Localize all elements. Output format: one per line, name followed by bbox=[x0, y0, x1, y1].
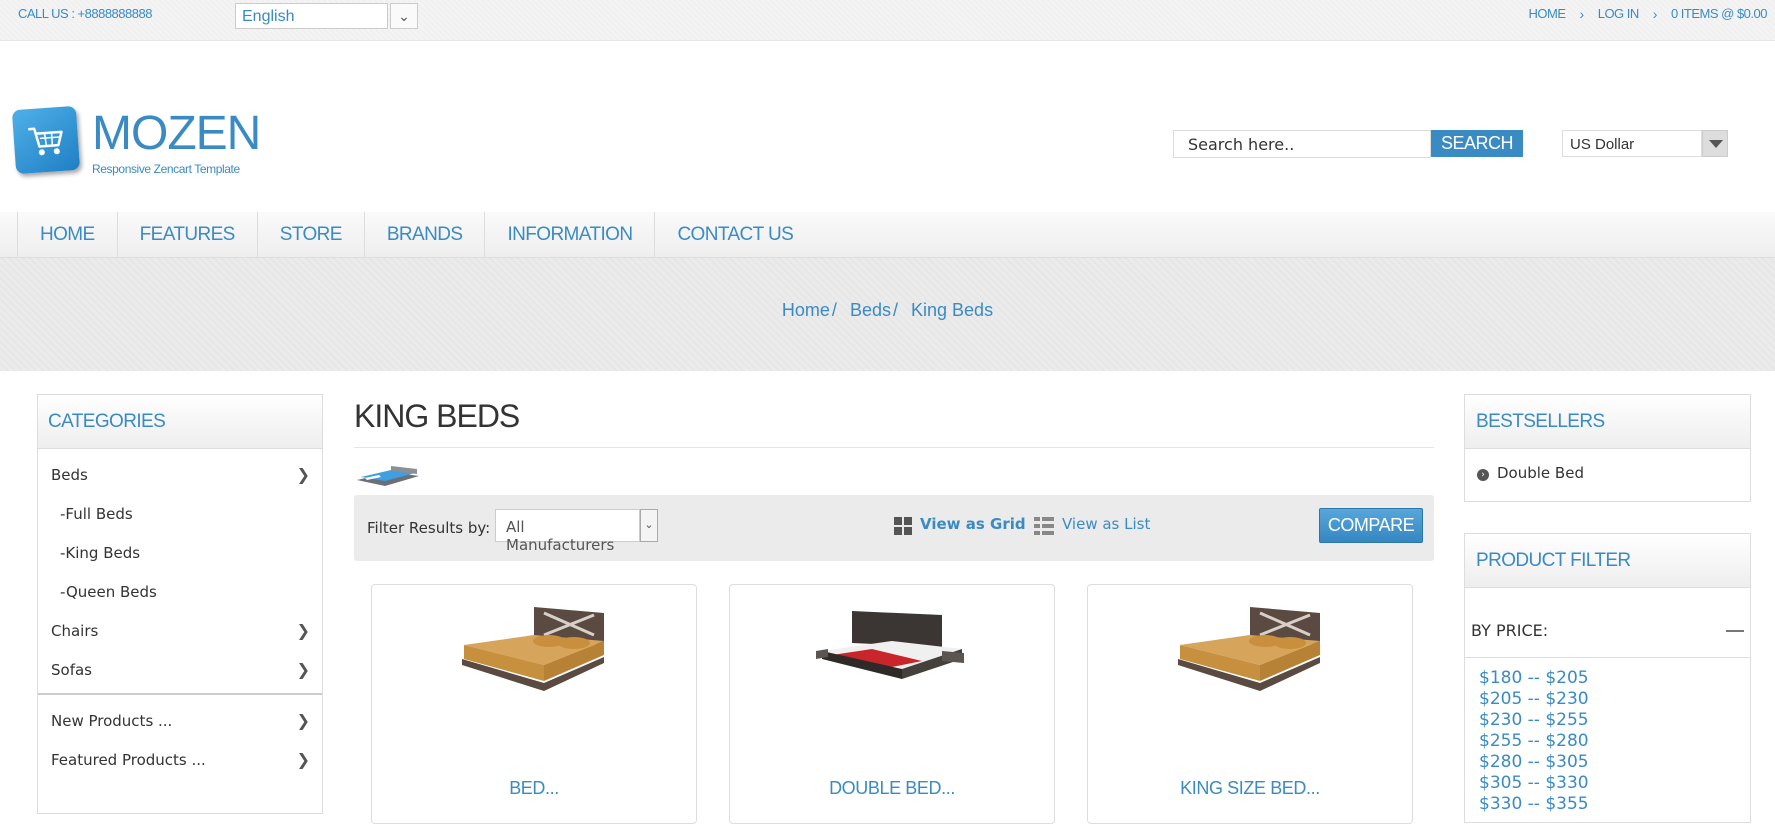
compare-button[interactable]: COMPARE bbox=[1319, 508, 1423, 543]
cart-logo-icon[interactable] bbox=[11, 105, 81, 175]
by-price-label: BY PRICE: bbox=[1471, 621, 1549, 640]
nav-item-contact-us[interactable]: CONTACT US bbox=[654, 212, 815, 258]
filter-bar: Filter Results by: All Manufacturers ⌄ V… bbox=[354, 495, 1434, 561]
price-range-link[interactable]: $255 -- $280 bbox=[1479, 731, 1736, 752]
chevron-right-icon: ❯ bbox=[296, 465, 310, 484]
nav-item-brands[interactable]: BRANDS bbox=[363, 212, 485, 258]
category-king-beds[interactable]: -King Beds bbox=[38, 533, 322, 572]
chevron-right-icon: ❯ bbox=[296, 621, 310, 640]
search-input[interactable]: Search here.. bbox=[1173, 130, 1431, 158]
manufacturer-select[interactable]: All Manufacturers bbox=[495, 509, 640, 554]
nav-item-store[interactable]: STORE bbox=[256, 212, 364, 258]
product-name[interactable]: DOUBLE BED... bbox=[730, 778, 1054, 799]
breadcrumb-band: Home / Beds / King Beds bbox=[0, 258, 1775, 371]
nav-item-information[interactable]: INFORMATION bbox=[484, 212, 654, 258]
featured-products-link[interactable]: Featured Products ... ❯ bbox=[38, 740, 322, 779]
call-us-text: CALL US : +8888888888 bbox=[18, 6, 152, 21]
product-image[interactable] bbox=[730, 605, 1054, 696]
price-range-link[interactable]: $205 -- $230 bbox=[1479, 689, 1736, 710]
sidebar-divider bbox=[38, 693, 322, 695]
chevron-right-icon: ❯ bbox=[296, 660, 310, 679]
category-bed-image bbox=[355, 460, 421, 495]
grid-icon[interactable] bbox=[894, 517, 912, 540]
view-as-list-link[interactable]: View as List bbox=[1062, 515, 1150, 533]
product-name[interactable]: KING SIZE BED... bbox=[1088, 778, 1412, 799]
chevron-circle-icon: › bbox=[1477, 469, 1489, 481]
bestsellers-title: BESTSELLERS bbox=[1465, 395, 1750, 449]
category-chairs[interactable]: Chairs ❯ bbox=[38, 611, 322, 650]
product-name[interactable]: BED... bbox=[372, 778, 696, 799]
brand-tagline: Responsive Zencart Template bbox=[92, 162, 240, 176]
bestsellers-box: BESTSELLERS › Double Bed bbox=[1464, 394, 1751, 502]
price-range-link[interactable]: $230 -- $255 bbox=[1479, 710, 1736, 731]
page-title: KING BEDS bbox=[354, 398, 520, 434]
product-card[interactable]: KING SIZE BED... bbox=[1087, 584, 1413, 824]
chevron-right-icon: › bbox=[1652, 6, 1658, 22]
top-link-login[interactable]: LOG IN bbox=[1598, 6, 1640, 22]
top-bar: CALL US : +8888888888 English ⌄ HOME › L… bbox=[0, 0, 1775, 41]
list-icon[interactable] bbox=[1034, 517, 1054, 540]
category-label: -King Beds bbox=[60, 544, 141, 562]
bestseller-label: Double Bed bbox=[1497, 464, 1584, 482]
bestseller-item[interactable]: › Double Bed bbox=[1465, 449, 1750, 497]
product-card[interactable]: DOUBLE BED... bbox=[729, 584, 1055, 824]
collapse-icon[interactable] bbox=[1726, 630, 1744, 632]
category-beds[interactable]: Beds ❯ bbox=[38, 455, 322, 494]
category-label: Sofas bbox=[51, 661, 92, 679]
price-range-link[interactable]: $305 -- $330 bbox=[1479, 773, 1736, 794]
category-label: -Queen Beds bbox=[60, 583, 157, 601]
category-sofas[interactable]: Sofas ❯ bbox=[38, 650, 322, 689]
breadcrumb: Home / Beds / King Beds bbox=[781, 300, 994, 320]
by-price-header[interactable]: BY PRICE: bbox=[1465, 588, 1750, 658]
category-label: Chairs bbox=[51, 622, 99, 640]
product-image[interactable] bbox=[1088, 605, 1412, 696]
price-range-link[interactable]: $330 -- $355 bbox=[1479, 794, 1736, 815]
language-select[interactable]: English bbox=[235, 3, 388, 29]
category-label: Beds bbox=[51, 466, 88, 484]
caret-down-icon[interactable] bbox=[1702, 130, 1728, 157]
category-label: -Full Beds bbox=[60, 505, 133, 523]
top-link-cart[interactable]: 0 ITEMS @ $0.00 bbox=[1671, 6, 1768, 22]
top-links: HOME › LOG IN › 0 ITEMS @ $0.00 bbox=[1529, 6, 1768, 22]
breadcrumb-home[interactable]: Home bbox=[782, 300, 830, 320]
brand-name[interactable]: MOZEN bbox=[92, 106, 261, 161]
title-divider bbox=[354, 447, 1434, 448]
category-queen-beds[interactable]: -Queen Beds bbox=[38, 572, 322, 611]
category-label: New Products ... bbox=[51, 712, 173, 730]
chevron-down-icon[interactable]: ⌄ bbox=[390, 3, 418, 29]
nav-item-features[interactable]: FEATURES bbox=[116, 212, 257, 258]
product-card[interactable]: BED... bbox=[371, 584, 697, 824]
price-range-link[interactable]: $280 -- $305 bbox=[1479, 752, 1736, 773]
chevron-right-icon: ❯ bbox=[296, 711, 310, 730]
view-as-grid-link[interactable]: View as Grid bbox=[920, 515, 1026, 533]
categories-title: CATEGORIES bbox=[38, 395, 322, 449]
categories-sidebar: CATEGORIES Beds ❯ -Full Beds -King Beds -… bbox=[37, 394, 323, 814]
product-image[interactable] bbox=[372, 605, 696, 696]
category-full-beds[interactable]: -Full Beds bbox=[38, 494, 322, 533]
top-link-home[interactable]: HOME bbox=[1529, 6, 1567, 22]
nav-item-home[interactable]: HOME bbox=[17, 212, 117, 258]
main-nav: HOME FEATURES STORE BRANDS INFORMATION C… bbox=[0, 212, 1775, 258]
breadcrumb-beds[interactable]: Beds bbox=[850, 300, 891, 320]
breadcrumb-king-beds[interactable]: King Beds bbox=[911, 300, 993, 320]
chevron-down-icon[interactable]: ⌄ bbox=[640, 509, 658, 542]
product-filter-box: PRODUCT FILTER BY PRICE: $180 -- $205 $2… bbox=[1464, 533, 1751, 823]
new-products-link[interactable]: New Products ... ❯ bbox=[38, 701, 322, 740]
search-button[interactable]: SEARCH bbox=[1431, 130, 1523, 157]
price-range-link[interactable]: $180 -- $205 bbox=[1479, 668, 1736, 689]
category-label: Featured Products ... bbox=[51, 751, 206, 769]
filter-label: Filter Results by: bbox=[367, 519, 491, 537]
chevron-right-icon: ❯ bbox=[296, 750, 310, 769]
chevron-right-icon: › bbox=[1579, 6, 1585, 22]
product-filter-title: PRODUCT FILTER bbox=[1465, 534, 1750, 588]
currency-select[interactable]: US Dollar bbox=[1562, 130, 1702, 157]
